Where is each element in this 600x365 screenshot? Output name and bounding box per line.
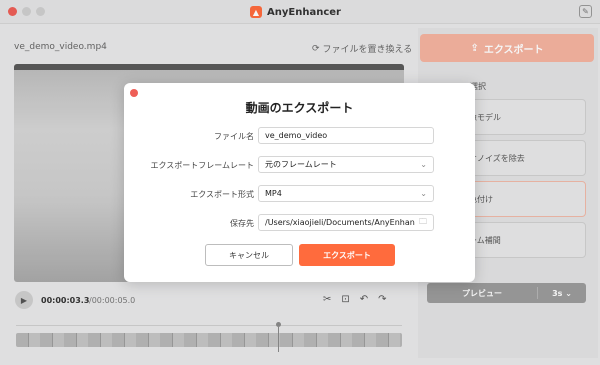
save-path-field[interactable]: /Users/xiaojieli/Documents/AnyEnhancer 🗀 bbox=[258, 214, 434, 231]
filename-field[interactable]: ve_demo_video bbox=[258, 127, 434, 144]
filename-label: ファイル名 bbox=[214, 132, 254, 141]
chevron-down-icon: ⌄ bbox=[420, 189, 427, 198]
close-dialog-button[interactable] bbox=[130, 89, 138, 97]
format-select[interactable]: MP4 ⌄ bbox=[258, 185, 434, 202]
save-path-value: /Users/xiaojieli/Documents/AnyEnhancer bbox=[265, 218, 415, 227]
confirm-export-button[interactable]: エクスポート bbox=[299, 244, 395, 266]
framerate-value: 元のフレームレート bbox=[265, 160, 337, 169]
format-label: エクスポート形式 bbox=[190, 190, 254, 199]
export-dialog: 動画のエクスポート ファイル名 ve_demo_video エクスポートフレーム… bbox=[124, 83, 475, 282]
save-path-label: 保存先 bbox=[230, 219, 254, 228]
dialog-title: 動画のエクスポート bbox=[245, 101, 354, 115]
chevron-down-icon: ⌄ bbox=[420, 160, 427, 169]
framerate-label: エクスポートフレームレート bbox=[150, 161, 254, 170]
filename-value: ve_demo_video bbox=[265, 131, 328, 140]
framerate-select[interactable]: 元のフレームレート ⌄ bbox=[258, 156, 434, 173]
folder-icon[interactable]: 🗀 bbox=[419, 216, 427, 230]
cancel-button[interactable]: キャンセル bbox=[205, 244, 293, 266]
format-value: MP4 bbox=[265, 189, 282, 198]
